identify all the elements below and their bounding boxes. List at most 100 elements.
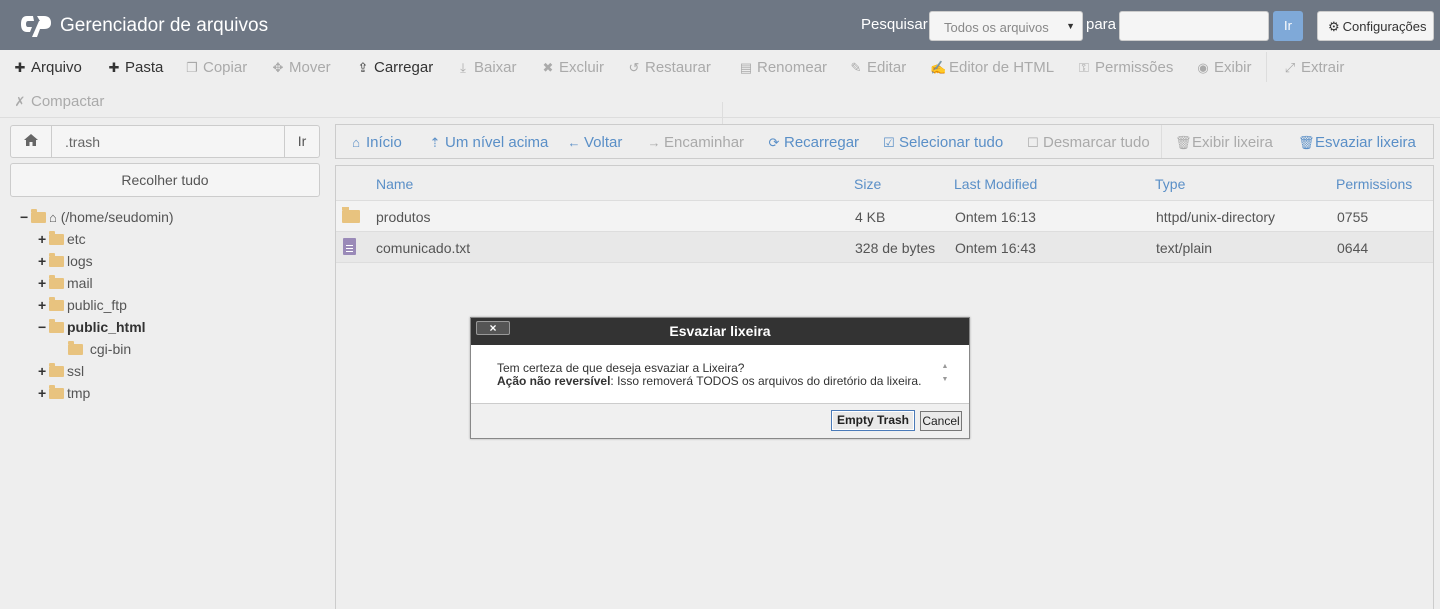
home-button[interactable] [11, 126, 52, 157]
toolbar-view-button[interactable]: ◉ Exibir [1195, 59, 1251, 76]
tree-item-public-html[interactable]: − public_html [38, 319, 146, 339]
expand-toggle-icon[interactable]: + [38, 363, 49, 379]
toolbar-edit-button[interactable]: ✎ Editar [848, 59, 907, 76]
toolbar-new-file-button[interactable]: ✚ Arquivo [12, 59, 82, 76]
nav-back-button[interactable]: ← Voltar [567, 134, 623, 151]
folder-icon [68, 341, 83, 355]
tree-item-tmp[interactable]: + tmp [38, 385, 90, 405]
pencil-icon: ✎ [850, 60, 862, 75]
dialog-question: Tem certeza de que deseja esvaziar a Lix… [497, 361, 745, 375]
scroll-up-icon[interactable]: ▲ [937, 360, 953, 373]
file-permissions: 0755 [1337, 209, 1369, 225]
collapse-toggle-icon[interactable]: − [20, 209, 31, 225]
toolbar-delete-button[interactable]: ✖ Excluir [540, 59, 604, 76]
empty-trash-confirm-button[interactable]: Empty Trash [831, 410, 915, 431]
tree-item-cgi-bin[interactable]: cgi-bin [68, 341, 131, 361]
toolbar-extract-button[interactable]: ⤢ Extrair [1282, 59, 1345, 76]
tree-item-label: public_html [67, 319, 146, 335]
gear-icon: ⚙ [1328, 19, 1340, 34]
expand-toggle-icon[interactable]: + [38, 253, 49, 269]
key-icon: ⚿ [1079, 60, 1089, 75]
file-name: produtos [376, 209, 431, 225]
trash-icon: 🗑 [1175, 135, 1192, 150]
tree-item-label: logs [67, 253, 93, 269]
folder-icon [49, 385, 64, 399]
nav-select-all-button[interactable]: ☑ Selecionar tudo [882, 134, 1003, 151]
close-icon: ✖ [542, 60, 554, 75]
toolbar-permissions-button[interactable]: ⚿ Permissões [1076, 59, 1173, 76]
refresh-icon: ⟳ [768, 135, 780, 150]
toolbar-restore-button[interactable]: ↺ Restaurar [626, 59, 711, 76]
nav-view-trash-button[interactable]: 🗑Exibir lixeira [1175, 134, 1273, 151]
toolbar-download-button[interactable]: ⤓ Baixar [455, 59, 516, 76]
toolbar-copy-button[interactable]: ❐ Copiar [184, 59, 247, 76]
nav-empty-trash-button[interactable]: 🗑Esvaziar lixeira [1298, 134, 1416, 151]
file-modified: Ontem 16:13 [955, 209, 1036, 225]
expand-toggle-icon[interactable]: + [38, 385, 49, 401]
square-icon: ☐ [1027, 135, 1039, 150]
tree-item-label: public_ftp [67, 297, 127, 313]
expand-icon: ⤢ [1284, 60, 1296, 75]
caret-down-icon: ▼ [1066, 21, 1075, 31]
search-go-button[interactable]: Ir [1273, 11, 1303, 41]
toolbar-rename-button[interactable]: ▤ Renomear [738, 59, 827, 76]
dialog-title: Esvaziar lixeira [669, 323, 771, 339]
nav-up-level-button[interactable]: ⇡ Um nível acima [428, 134, 549, 151]
toolbar: ✚ Arquivo ✚ Pasta ❐ Copiar ✥ Mover ⇪ Carregar… [0, 50, 1440, 132]
collapse-toggle-icon[interactable]: − [38, 319, 49, 335]
cancel-button[interactable]: Cancel [920, 411, 962, 431]
toolbar-upload-button[interactable]: ⇪ Carregar [355, 59, 434, 76]
expand-toggle-icon[interactable]: + [38, 231, 49, 247]
folder-open-icon [49, 319, 64, 333]
search-label: Pesquisar [861, 16, 928, 33]
dialog-warning: Ação não reversível: Isso removerá TODOS… [497, 374, 921, 388]
toolbar-html-editor-button[interactable]: ✍ Editor de HTML [930, 59, 1054, 76]
tree-item-public-ftp[interactable]: + public_ftp [38, 297, 127, 317]
nav-reload-button[interactable]: ⟳ Recarregar [767, 134, 859, 151]
settings-button[interactable]: ⚙ Configurações [1317, 11, 1434, 41]
path-go-button[interactable]: Ir [284, 126, 319, 157]
move-icon: ✥ [272, 60, 284, 75]
table-row[interactable]: produtos 4 KB Ontem 16:13 httpd/unix-dir… [336, 201, 1433, 232]
toolbar-compress-button[interactable]: ✗ Compactar [12, 93, 105, 110]
collapse-all-button[interactable]: Recolher tudo [10, 163, 320, 197]
column-header-name[interactable]: Name [376, 176, 413, 192]
scroll-down-icon[interactable]: ▼ [937, 373, 953, 386]
toolbar-move-button[interactable]: ✥ Mover [270, 59, 331, 76]
upload-icon: ⇪ [357, 60, 369, 75]
column-header-type[interactable]: Type [1155, 176, 1185, 192]
tree-item-logs[interactable]: + logs [38, 253, 93, 273]
dialog-scrollbar[interactable]: ▲ ▼ [937, 360, 953, 388]
toolbar-new-folder-button[interactable]: ✚ Pasta [106, 59, 164, 76]
expand-toggle-icon[interactable]: + [38, 297, 49, 313]
tree-item-etc[interactable]: + etc [38, 231, 86, 251]
tree-item-home[interactable]: − ⌂ (/home/seudomin) [20, 209, 174, 229]
dialog-header: × Esvaziar lixeira [471, 318, 969, 345]
undo-icon: ↺ [628, 60, 640, 75]
column-header-modified[interactable]: Last Modified [954, 176, 1037, 192]
app-title: Gerenciador de arquivos [60, 15, 269, 36]
table-row[interactable]: comunicado.txt 328 de bytes Ontem 16:43 … [336, 232, 1433, 263]
search-input[interactable] [1119, 11, 1269, 41]
path-input[interactable]: .trash [52, 126, 285, 157]
search-scope-select[interactable]: Todos os arquivos ▼ [929, 11, 1083, 41]
nav-home-button[interactable]: ⌂ Início [349, 134, 402, 151]
tree-item-ssl[interactable]: + ssl [38, 363, 84, 383]
level-up-icon: ⇡ [429, 135, 441, 150]
expand-toggle-icon[interactable]: + [38, 275, 49, 291]
file-size: 328 de bytes [855, 240, 936, 256]
para-label: para [1086, 16, 1117, 33]
column-header-size[interactable]: Size [854, 176, 881, 192]
folder-icon [49, 363, 64, 377]
folder-icon [49, 275, 64, 289]
nav-forward-button[interactable]: → Encaminhar [647, 134, 745, 151]
folder-icon [49, 231, 64, 245]
column-header-permissions[interactable]: Permissions [1336, 176, 1412, 192]
tree-item-mail[interactable]: + mail [38, 275, 93, 295]
file-list-header: Name Size Last Modified Type Permissions [336, 166, 1433, 201]
folder-open-icon [31, 209, 46, 223]
trash-icon: 🗑 [1298, 135, 1315, 150]
nav-deselect-all-button[interactable]: ☐ Desmarcar tudo [1026, 134, 1150, 151]
check-square-icon: ☑ [883, 135, 895, 150]
edit-icon: ✍ [930, 60, 947, 75]
